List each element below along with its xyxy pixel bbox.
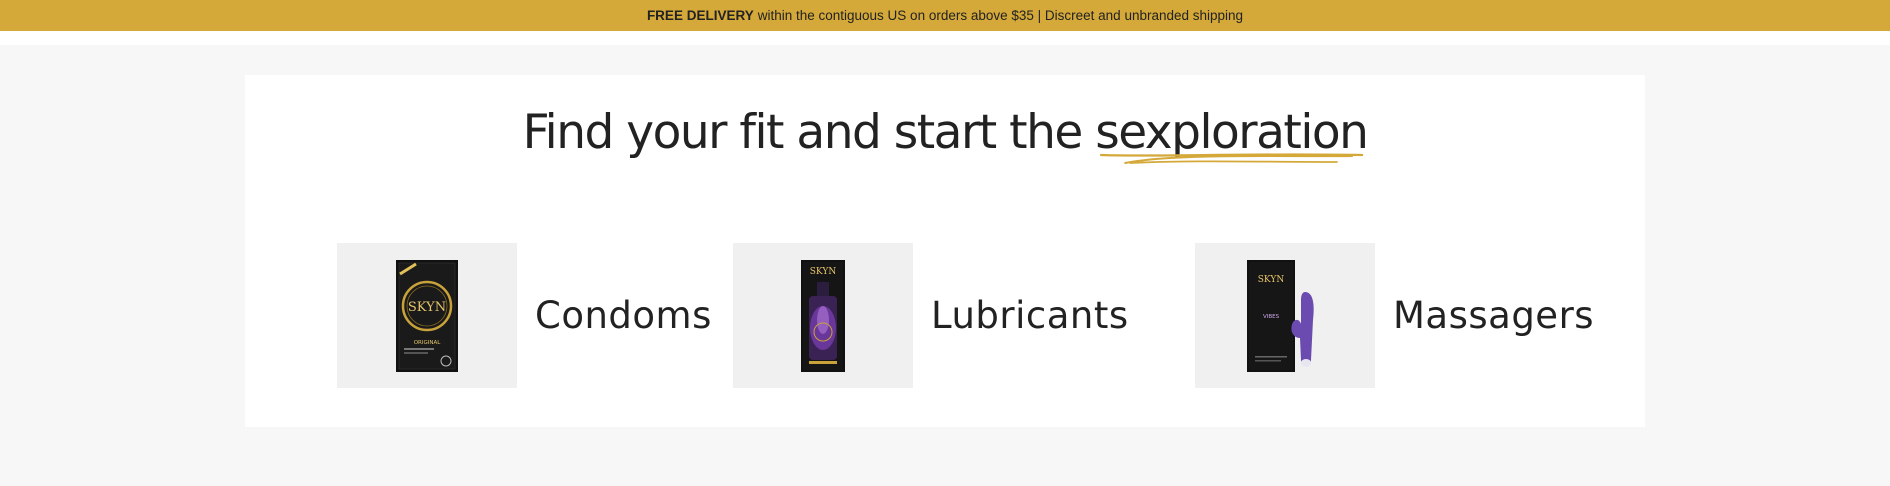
scribble-underline-icon xyxy=(1100,153,1364,164)
lubricants-thumbnail[interactable]: SKYN xyxy=(733,243,913,388)
headline-highlight: sexploration xyxy=(1095,105,1369,164)
headline-text: Find your fit and start the xyxy=(522,105,1096,160)
category-lubricants[interactable]: SKYN Lubricants xyxy=(733,243,1129,388)
condom-box-sub: ORIGINAL xyxy=(414,340,442,346)
category-condoms[interactable]: SKYN ORIGINAL Condoms xyxy=(337,243,712,388)
category-section: Find your fit and start the sexploration… xyxy=(245,75,1645,427)
massager-box-image-icon: SKYN VIBES xyxy=(1247,259,1314,372)
lubricant-box-image-icon: SKYN xyxy=(801,259,845,372)
lubricants-label[interactable]: Lubricants xyxy=(931,294,1129,337)
massagers-thumbnail[interactable]: SKYN VIBES xyxy=(1195,243,1375,388)
category-massagers[interactable]: SKYN VIBES Massagers xyxy=(1195,243,1594,388)
condoms-label[interactable]: Condoms xyxy=(535,294,712,337)
massager-box-sub: VIBES xyxy=(1263,314,1280,320)
condoms-thumbnail[interactable]: SKYN ORIGINAL xyxy=(337,243,517,388)
massager-box-brand: SKYN xyxy=(1258,275,1285,285)
header-strip xyxy=(0,31,1890,45)
promo-bold-text: FREE DELIVERY xyxy=(646,8,754,23)
condom-box-image-icon: SKYN ORIGINAL xyxy=(396,259,458,372)
condom-box-brand: SKYN xyxy=(408,300,446,315)
lubricant-box-brand: SKYN xyxy=(810,267,837,277)
promo-banner: FREE DELIVERY within the contiguous US o… xyxy=(0,0,1890,31)
promo-text: within the contiguous US on orders above… xyxy=(757,8,1244,23)
section-headline: Find your fit and start the sexploration xyxy=(245,105,1645,164)
massagers-label[interactable]: Massagers xyxy=(1393,294,1594,337)
